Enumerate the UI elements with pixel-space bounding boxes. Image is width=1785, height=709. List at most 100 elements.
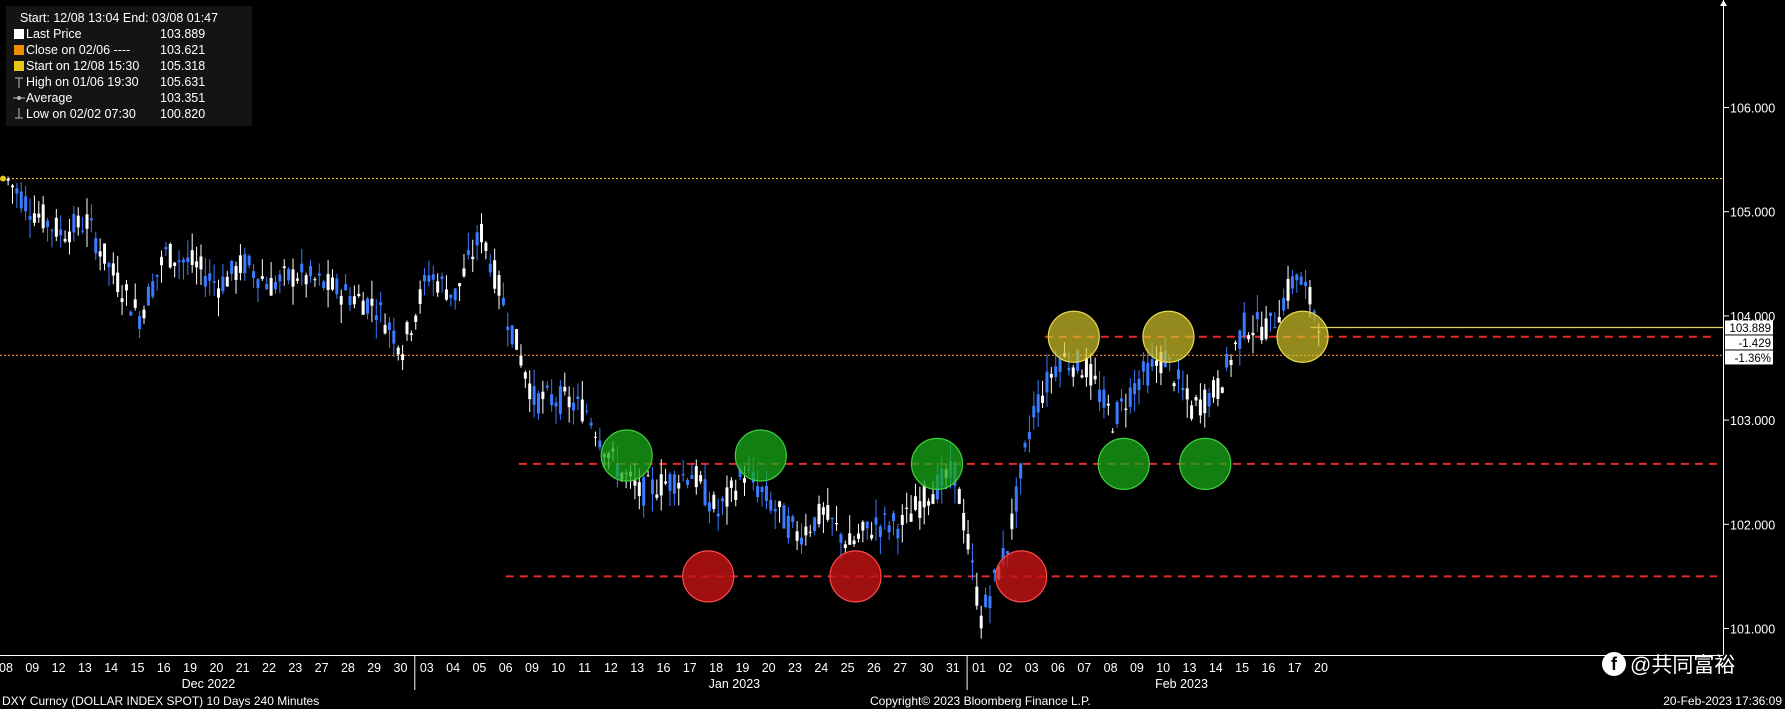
- candle-body: [339, 295, 343, 305]
- candle-body: [1124, 408, 1128, 410]
- chart-legend: Start: 12/08 13:04 End: 03/08 01:47 Last…: [6, 6, 252, 126]
- candle-body: [287, 268, 291, 281]
- candle-body: [690, 475, 694, 479]
- price-tag-label: 103.889: [1729, 323, 1771, 335]
- candle-body: [138, 316, 142, 329]
- candle-body: [291, 269, 295, 287]
- candle-body: [273, 281, 277, 290]
- candle-body: [1128, 387, 1132, 407]
- candle-body: [839, 534, 843, 543]
- candle-body: [1084, 357, 1088, 378]
- candle-body: [15, 188, 19, 194]
- candle-body: [335, 278, 339, 295]
- candle-body: [265, 283, 269, 290]
- candle-body: [6, 178, 10, 181]
- facebook-icon: f: [1602, 652, 1626, 676]
- candle-body: [1198, 399, 1202, 416]
- candle-body: [352, 296, 356, 305]
- candle-body: [493, 260, 497, 289]
- candle-body: [475, 232, 479, 246]
- x-tick-label: 23: [788, 661, 802, 675]
- candle-body: [1190, 405, 1194, 419]
- footer-security: DXY Curncy (DOLLAR INDEX SPOT) 10 Days 2…: [2, 694, 320, 708]
- candle-body: [659, 474, 663, 496]
- footer-timestamp: 20-Feb-2023 17:36:09: [1663, 694, 1782, 708]
- candle-body: [208, 273, 212, 281]
- candle-body: [278, 274, 282, 282]
- candle-body: [883, 513, 887, 515]
- candle-body: [686, 479, 690, 485]
- candle-body: [1006, 551, 1010, 554]
- close-swatch: [14, 45, 24, 55]
- candle-body: [1041, 395, 1045, 403]
- candle-body: [59, 229, 63, 236]
- candle-body: [361, 300, 365, 315]
- x-tick-label: 14: [104, 661, 118, 675]
- candle-body: [1067, 367, 1071, 371]
- candle-body: [970, 560, 974, 563]
- candle-body: [821, 507, 825, 515]
- x-tick-label: 03: [1025, 661, 1039, 675]
- candle-body: [672, 474, 676, 494]
- month-label: Jan 2023: [709, 677, 760, 691]
- x-tick-label: 27: [315, 661, 329, 675]
- candle-body: [979, 615, 983, 629]
- x-tick-label: 26: [867, 661, 881, 675]
- candle-body: [1023, 442, 1027, 448]
- candle-body: [453, 288, 457, 301]
- candle-body: [155, 274, 159, 277]
- candle-body: [519, 355, 523, 366]
- candle-body: [523, 372, 527, 379]
- candle-body: [1308, 286, 1312, 305]
- candle-body: [896, 528, 900, 539]
- candle-body: [379, 302, 383, 306]
- candle-body: [458, 283, 462, 287]
- candle-body: [221, 276, 225, 292]
- legend-row-low: Low on 02/02 07:30 100.820: [12, 106, 246, 122]
- candle-body: [94, 237, 98, 254]
- x-tick-label: 03: [420, 661, 434, 675]
- candle-body: [366, 298, 370, 314]
- yellow-highlight-circle: [1276, 310, 1329, 363]
- candle-body: [497, 275, 501, 296]
- candle-body: [269, 277, 273, 296]
- candle-body: [1216, 378, 1220, 399]
- candle-body: [401, 354, 405, 361]
- candle-body: [72, 214, 76, 233]
- candle-body: [1277, 317, 1281, 323]
- candle-body: [681, 474, 685, 476]
- candle-body: [484, 242, 488, 251]
- x-tick-label: 17: [683, 661, 697, 675]
- candle-body: [160, 256, 164, 266]
- candle-body: [1185, 388, 1189, 400]
- candle-body: [918, 501, 922, 518]
- x-tick-label: 28: [341, 661, 355, 675]
- candle-body: [427, 275, 431, 282]
- candle-body: [313, 279, 317, 281]
- candle-body: [545, 385, 549, 388]
- x-tick-label: 13: [1183, 661, 1197, 675]
- average-marker-icon: [12, 92, 26, 104]
- candle-body: [743, 478, 747, 483]
- brand-handle: @共同富裕: [1630, 654, 1736, 677]
- x-tick-label: 16: [157, 661, 171, 675]
- candle-body: [1251, 332, 1255, 336]
- candle-body: [712, 494, 716, 509]
- candle-body: [418, 289, 422, 305]
- candle-body: [436, 281, 440, 293]
- candle-body: [41, 204, 45, 229]
- candle-body: [1229, 359, 1233, 365]
- candle-body: [326, 274, 330, 290]
- footer-copyright: Copyright© 2023 Bloomberg Finance L.P.: [870, 694, 1091, 708]
- candle-body: [28, 215, 32, 220]
- x-tick-label: 04: [446, 661, 460, 675]
- y-axis-arrow-icon: [1720, 0, 1727, 6]
- low-marker-icon: [12, 108, 26, 120]
- candle-body: [81, 230, 85, 232]
- x-tick-label: 30: [394, 661, 408, 675]
- candle-body: [1172, 383, 1176, 387]
- x-tick-label: 21: [236, 661, 250, 675]
- candle-body: [50, 229, 54, 231]
- candle-body: [120, 298, 124, 302]
- candle-body: [760, 487, 764, 492]
